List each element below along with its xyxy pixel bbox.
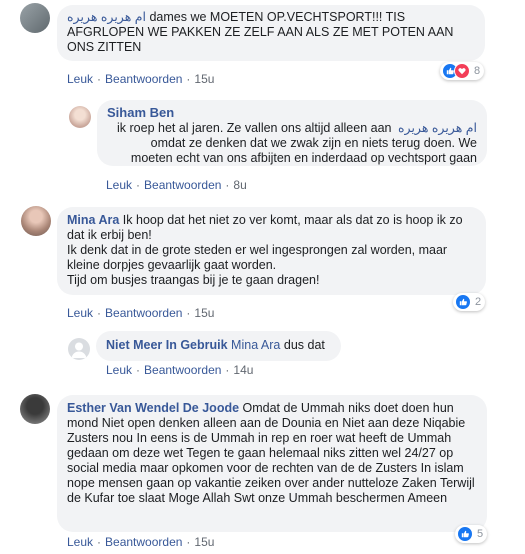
like-button[interactable]: Leuk <box>67 535 93 549</box>
comment-text: omdat ze denken dat we zwak zijn en niet… <box>150 136 477 150</box>
timestamp[interactable]: 15u <box>194 306 214 320</box>
comment-bubble: ام هريره هريره dames we MOETEN OP.VECHTS… <box>57 5 485 61</box>
mention-link[interactable]: ام هريره هريره <box>398 121 477 136</box>
like-reaction-icon <box>455 294 471 310</box>
reaction-summary[interactable]: 5 <box>455 525 488 543</box>
reply-button[interactable]: Beantwoorden <box>105 72 182 86</box>
comment-text: dus dat <box>280 338 325 352</box>
avatar[interactable] <box>21 206 51 236</box>
like-button[interactable]: Leuk <box>67 72 93 86</box>
reaction-count: 5 <box>477 528 484 540</box>
comment-text: Ik hoop dat het niet zo ver komt, maar a… <box>67 213 463 242</box>
comment-text: Tijd om busjes traangas bij je te gaan d… <box>67 273 320 287</box>
comment-text: moeten echt van ons afbijten en inderdaa… <box>130 151 477 165</box>
author-name[interactable]: Siham Ben <box>107 105 477 121</box>
like-button[interactable]: Leuk <box>67 306 93 320</box>
timestamp[interactable]: 15u <box>194 535 214 549</box>
reaction-summary[interactable]: 2 <box>453 293 486 311</box>
author-name[interactable]: Niet Meer In Gebruik <box>106 338 228 352</box>
reply-button[interactable]: Beantwoorden <box>144 178 221 192</box>
comment-actions: Leuk · Beantwoorden · 15u <box>67 306 215 320</box>
mention-link[interactable]: Mina Ara <box>231 338 280 352</box>
timestamp[interactable]: 15u <box>194 72 214 86</box>
timestamp[interactable]: 14u <box>233 363 253 377</box>
comment-bubble: Niet Meer In Gebruik Mina Ara dus dat <box>96 331 341 361</box>
comment-actions: Leuk · Beantwoorden · 14u <box>106 363 254 377</box>
like-button[interactable]: Leuk <box>106 178 132 192</box>
like-reaction-icon <box>457 526 473 542</box>
comment-bubble: Siham Ben ik roep het al jaren. Ze valle… <box>97 100 487 166</box>
avatar[interactable] <box>20 3 50 33</box>
like-button[interactable]: Leuk <box>106 363 132 377</box>
comment-actions: Leuk · Beantwoorden · 8u <box>106 178 247 192</box>
default-avatar-icon[interactable] <box>68 338 90 360</box>
reaction-count: 2 <box>475 296 482 308</box>
reply-button[interactable]: Beantwoorden <box>105 306 182 320</box>
reply-button[interactable]: Beantwoorden <box>105 535 182 549</box>
comment-text: Ik denk dat in de grote steden er wel in… <box>67 243 448 272</box>
mention-link[interactable]: ام هريره هريره <box>67 10 146 24</box>
avatar[interactable] <box>20 394 50 424</box>
comment-text: ik roep het al jaren. Ze vallen ons alti… <box>117 121 392 135</box>
timestamp[interactable]: 8u <box>233 178 246 192</box>
avatar[interactable] <box>69 106 91 128</box>
reaction-summary[interactable]: 8 <box>440 62 485 80</box>
comment-bubble: Esther Van Wendel De Joode Omdat de Umma… <box>57 395 487 532</box>
reply-button[interactable]: Beantwoorden <box>144 363 221 377</box>
comment-bubble: Mina Ara Ik hoop dat het niet zo ver kom… <box>57 207 486 295</box>
author-name[interactable]: Mina Ara <box>67 213 119 227</box>
love-reaction-icon <box>454 63 470 79</box>
comment-actions: Leuk · Beantwoorden · 15u <box>67 72 215 86</box>
comment-actions: Leuk · Beantwoorden · 15u <box>67 535 215 549</box>
reaction-count: 8 <box>474 65 481 77</box>
author-name[interactable]: Esther Van Wendel De Joode <box>67 401 239 415</box>
comment-text: Omdat de Ummah niks doet doen hun mond N… <box>67 401 475 505</box>
